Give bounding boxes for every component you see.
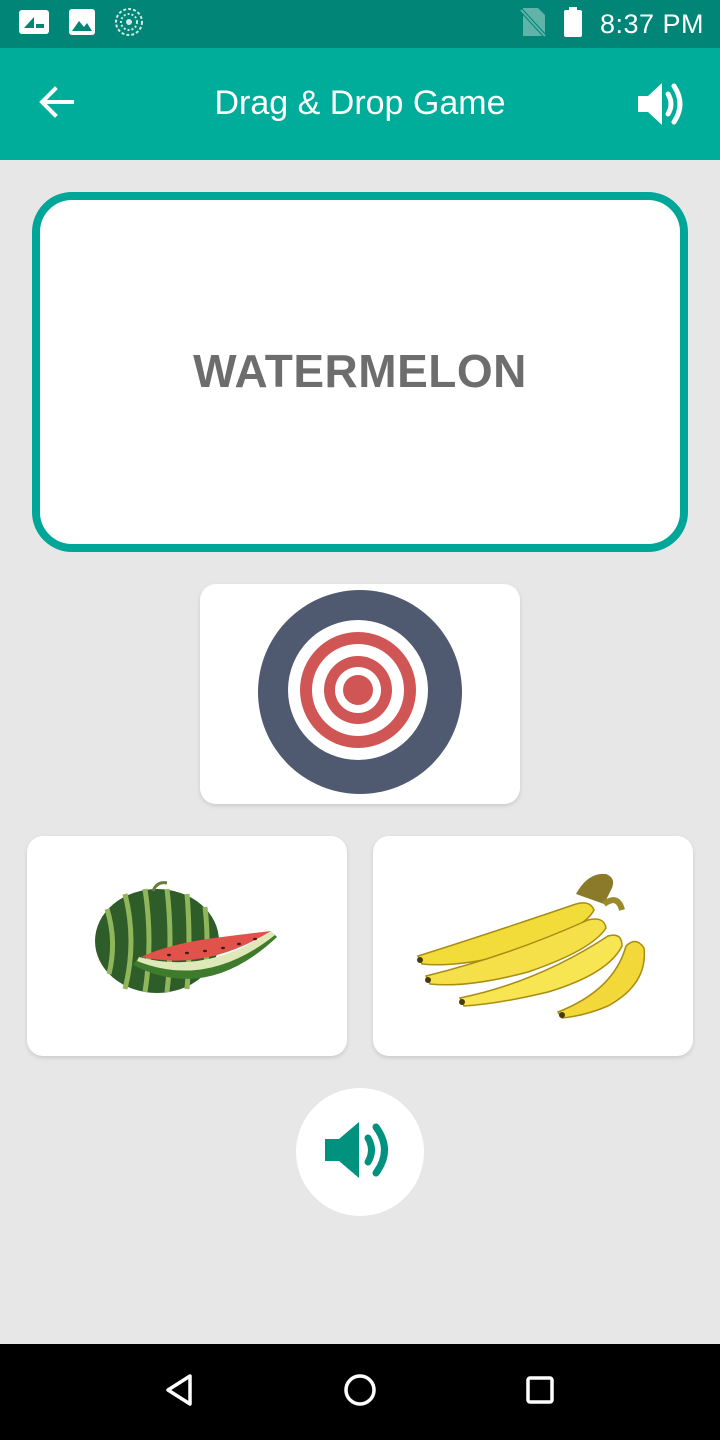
image-icon (68, 8, 96, 41)
system-nav-bar (0, 1344, 720, 1440)
home-circle-icon (342, 1372, 378, 1413)
drop-target[interactable] (200, 584, 520, 804)
sound-toggle-button[interactable] (632, 76, 692, 136)
banana-image (408, 864, 658, 1029)
speaker-icon (323, 1119, 397, 1186)
battery-icon (563, 6, 582, 42)
back-triangle-icon (164, 1373, 196, 1412)
status-system: 8:37 PM (519, 6, 704, 42)
target-word: WATERMELON (193, 345, 527, 397)
option-banana-card[interactable] (373, 836, 693, 1056)
sync-icon (114, 7, 144, 42)
play-sound-button[interactable] (296, 1088, 424, 1216)
recents-square-icon (524, 1374, 556, 1411)
page-title: Drag & Drop Game (214, 84, 506, 122)
nav-back-button[interactable] (156, 1368, 204, 1416)
watermelon-image (87, 879, 287, 1014)
status-bar: 8:37 PM (0, 0, 720, 48)
word-card: WATERMELON (32, 192, 688, 552)
nav-home-button[interactable] (336, 1368, 384, 1416)
no-sim-icon (519, 7, 547, 42)
app-bar: Drag & Drop Game (0, 48, 720, 160)
notification-icon (18, 8, 50, 41)
nav-recents-button[interactable] (516, 1368, 564, 1416)
option-watermelon-card[interactable] (27, 836, 347, 1056)
target-icon (257, 589, 463, 800)
speaker-icon (636, 80, 688, 133)
status-notifications (18, 7, 144, 42)
status-time: 8:37 PM (599, 8, 704, 39)
